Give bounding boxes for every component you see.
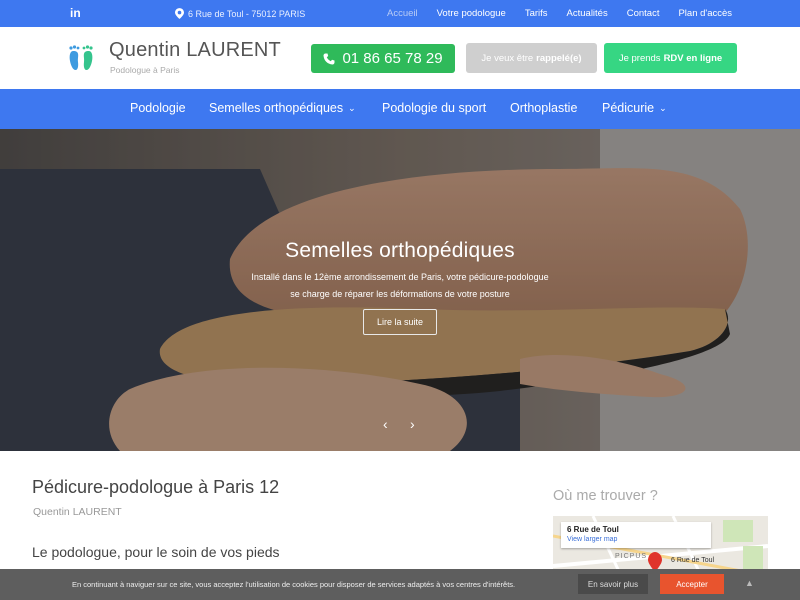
nav-label: Podologie [130,101,186,115]
aside-title: Où me trouver ? [553,488,658,504]
phone-number: 01 86 65 78 29 [342,50,443,67]
phone-icon [323,53,335,64]
page-title: Pédicure-podologue à Paris 12 [32,477,280,497]
map-pin-icon [175,8,184,19]
top-link-accueil[interactable]: Accueil [387,8,418,19]
slider-next-icon[interactable]: › [410,416,415,432]
linkedin-icon[interactable]: in [70,6,81,20]
nav-item-orthoplastie[interactable]: Orthoplastie [510,101,577,115]
hero-text: Installé dans le 12ème arrondissement de… [251,272,549,299]
nav-item-podologie[interactable]: Podologie [130,101,186,115]
nav-item-semelles[interactable]: Semelles orthopédiques ⌄ [209,101,356,115]
top-link-votre-podologue[interactable]: Votre podologue [437,8,506,19]
book-appointment-button[interactable]: Je prends RDV en ligne [604,43,737,73]
map-district-label: PICPUS [615,553,648,560]
address: 6 Rue de Toul - 75012 PARIS [175,8,305,19]
author-name: Quentin LAURENT [33,506,122,518]
nav-label: Pédicurie [602,101,655,115]
top-link-plan-acces[interactable]: Plan d'accès [678,8,732,19]
top-bar: in 6 Rue de Toul - 75012 PARIS Accueil V… [0,0,800,27]
hero-title: Semelles orthopédiques [285,239,515,262]
slider-prev-icon[interactable]: ‹ [383,416,388,432]
read-more-button[interactable]: Lire la suite [363,309,437,335]
address-text: 6 Rue de Toul - 75012 PARIS [188,8,306,19]
scroll-top-icon[interactable]: ▲ [745,578,754,588]
nav-label: Semelles orthopédiques [209,101,344,115]
top-link-contact[interactable]: Contact [627,8,660,19]
nav-item-pedicurie[interactable]: Pédicurie ⌄ [602,101,667,115]
main-nav: Podologie Semelles orthopédiques ⌄ Podol… [0,89,800,129]
cookie-text: En continuant à naviguer sur ce site, vo… [72,580,516,589]
top-links: Accueil Votre podologue Tarifs Actualité… [387,8,751,19]
chevron-down-icon: ⌄ [348,102,356,113]
brand-subtitle: Podologue à Paris [110,65,180,75]
rdv-prefix: Je prends [618,52,661,64]
nav-item-podologie-sport[interactable]: Podologie du sport [382,101,486,115]
phone-button[interactable]: 01 86 65 78 29 [311,44,455,73]
feet-logo-icon[interactable] [66,43,96,73]
chevron-down-icon: ⌄ [659,102,667,113]
top-link-tarifs[interactable]: Tarifs [525,8,548,19]
learn-more-button[interactable]: En savoir plus [578,574,648,594]
callback-bold: rappelé(e) [536,52,582,64]
rdv-bold: RDV en ligne [663,52,723,64]
callback-button[interactable]: Je veux être rappelé(e) [466,43,597,73]
header: Quentin LAURENT Podologue à Paris 01 86 … [0,27,800,89]
map-pin-label: 6 Rue de Toul [671,557,715,564]
map-card: 6 Rue de Toul View larger map [561,522,711,548]
map-card-title: 6 Rue de Toul [567,525,619,534]
nav-label: Podologie du sport [382,101,487,115]
brand-name[interactable]: Quentin LAURENT [109,39,281,62]
hero-slider: Semelles orthopédiques Installé dans le … [0,129,800,451]
cookie-banner: En continuant à naviguer sur ce site, vo… [0,569,800,600]
view-larger-map-link[interactable]: View larger map [567,536,705,543]
accept-cookies-button[interactable]: Accepter [660,574,724,594]
callback-prefix: Je veux être [481,52,534,64]
nav-label: Orthoplastie [510,101,578,115]
section-heading: Le podologue, pour le soin de vos pieds [32,544,280,560]
top-link-actualites[interactable]: Actualités [567,8,608,19]
